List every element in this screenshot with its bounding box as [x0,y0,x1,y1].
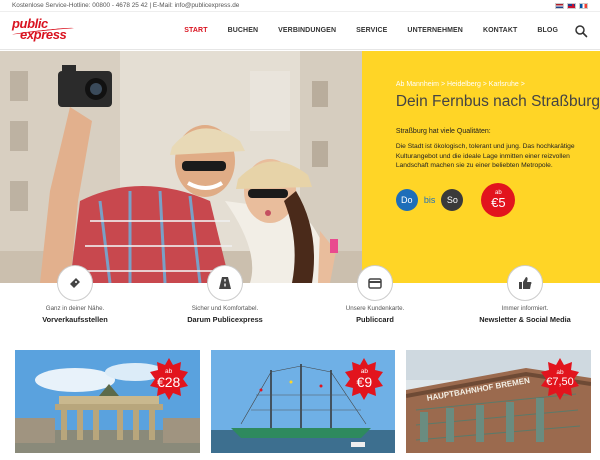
hero-promo-panel: Ab Mannheim > Heidelberg > Karlsruhe > D… [361,51,600,283]
feature-small-text: Unsere Kundenkarte. [345,305,405,312]
feature-small-text: Ganz in deiner Nähe. [45,305,105,312]
language-switcher [555,2,588,9]
nav-service[interactable]: SERVICE [346,27,397,34]
tile-price: ab €28 [148,358,190,400]
service-hotline: Kostenlose Service-Hotline: 00800 - 4678… [12,2,240,9]
destination-tiles: ab €28 ab €9 HAUPTBAHNHOF BREMEN ab €7,5… [15,350,592,453]
tile-price: ab €9 [343,358,385,400]
nav-kontakt[interactable]: KONTAKT [473,27,527,34]
feature-title[interactable]: Publiccard [300,315,450,324]
publicexpress-logo[interactable]: public express [12,17,78,45]
day-to-badge: So [441,188,464,211]
tile-bremen[interactable]: HAUPTBAHNHOF BREMEN ab €7,50 [406,350,592,453]
price-value: €28 [156,374,181,391]
feature-vorverkaufsstellen[interactable]: Ganz in deiner Nähe. Vorverkaufsstellen [0,265,150,343]
card-icon[interactable] [357,265,393,301]
tile-price: ab €7,50 [539,358,581,400]
price-value: €7,50 [546,375,574,388]
price-value: €9 [356,374,373,391]
hero-description: Die Stadt ist ökologisch, tolerant und j… [395,143,575,170]
main-nav: START BUCHEN VERBINDUNGEN SERVICE UNTERN… [78,24,588,38]
hero-subtitle: Straßburg hat viele Qualitäten: [395,128,491,135]
hero-title: Dein Fernbus nach Straßburg [395,93,600,110]
day-from-badge: Do [395,188,418,211]
feature-row: Ganz in deiner Nähe. Vorverkaufsstellen … [0,265,600,343]
top-bar: Kostenlose Service-Hotline: 00800 - 4678… [0,0,600,12]
bis-label: bis [423,194,436,205]
feature-darum-publicexpress[interactable]: Sicher und Komfortabel. Darum Publicexpr… [150,265,300,343]
nav-start[interactable]: START [174,27,217,34]
nav-verbindungen[interactable]: VERBINDUNGEN [268,27,346,34]
nav-unternehmen[interactable]: UNTERNEHMEN [397,27,473,34]
feature-small-text: Sicher und Komfortabel. [191,305,259,312]
feature-title[interactable]: Vorverkaufsstellen [0,315,150,324]
thumbs-up-icon[interactable] [507,265,543,301]
road-icon[interactable] [207,265,243,301]
feature-title[interactable]: Newsletter & Social Media [450,315,600,324]
schedule-price-row: Do bis So ab €5 [395,182,600,217]
price-value: €5 [491,195,506,211]
nl-flag-icon[interactable] [555,2,564,9]
feature-small-text: Immer informiert. [501,305,549,312]
feature-newsletter-social[interactable]: Immer informiert. Newsletter & Social Me… [450,265,600,343]
feature-title[interactable]: Darum Publicexpress [150,315,300,324]
search-icon[interactable] [574,24,588,38]
tile-berlin[interactable]: ab €28 [15,350,200,453]
hero-illustration [0,51,362,283]
hero-price-badge[interactable]: ab €5 [481,182,516,217]
fr-flag-icon[interactable] [579,2,588,9]
site-header: public express START BUCHEN VERBINDUNGEN… [0,12,600,50]
nav-buchen[interactable]: BUCHEN [218,27,269,34]
ticket-icon[interactable] [57,265,93,301]
nav-blog[interactable]: BLOG [527,27,568,34]
hero-banner: Ab Mannheim > Heidelberg > Karlsruhe > D… [0,51,600,283]
tile-hamburg[interactable]: ab €9 [210,350,396,453]
feature-publiccard[interactable]: Unsere Kundenkarte. Publiccard [300,265,450,343]
route-breadcrumb[interactable]: Ab Mannheim > Heidelberg > Karlsruhe > [396,81,600,88]
hero-photo-couple-selfie [0,51,362,283]
en-flag-icon[interactable] [567,2,576,9]
